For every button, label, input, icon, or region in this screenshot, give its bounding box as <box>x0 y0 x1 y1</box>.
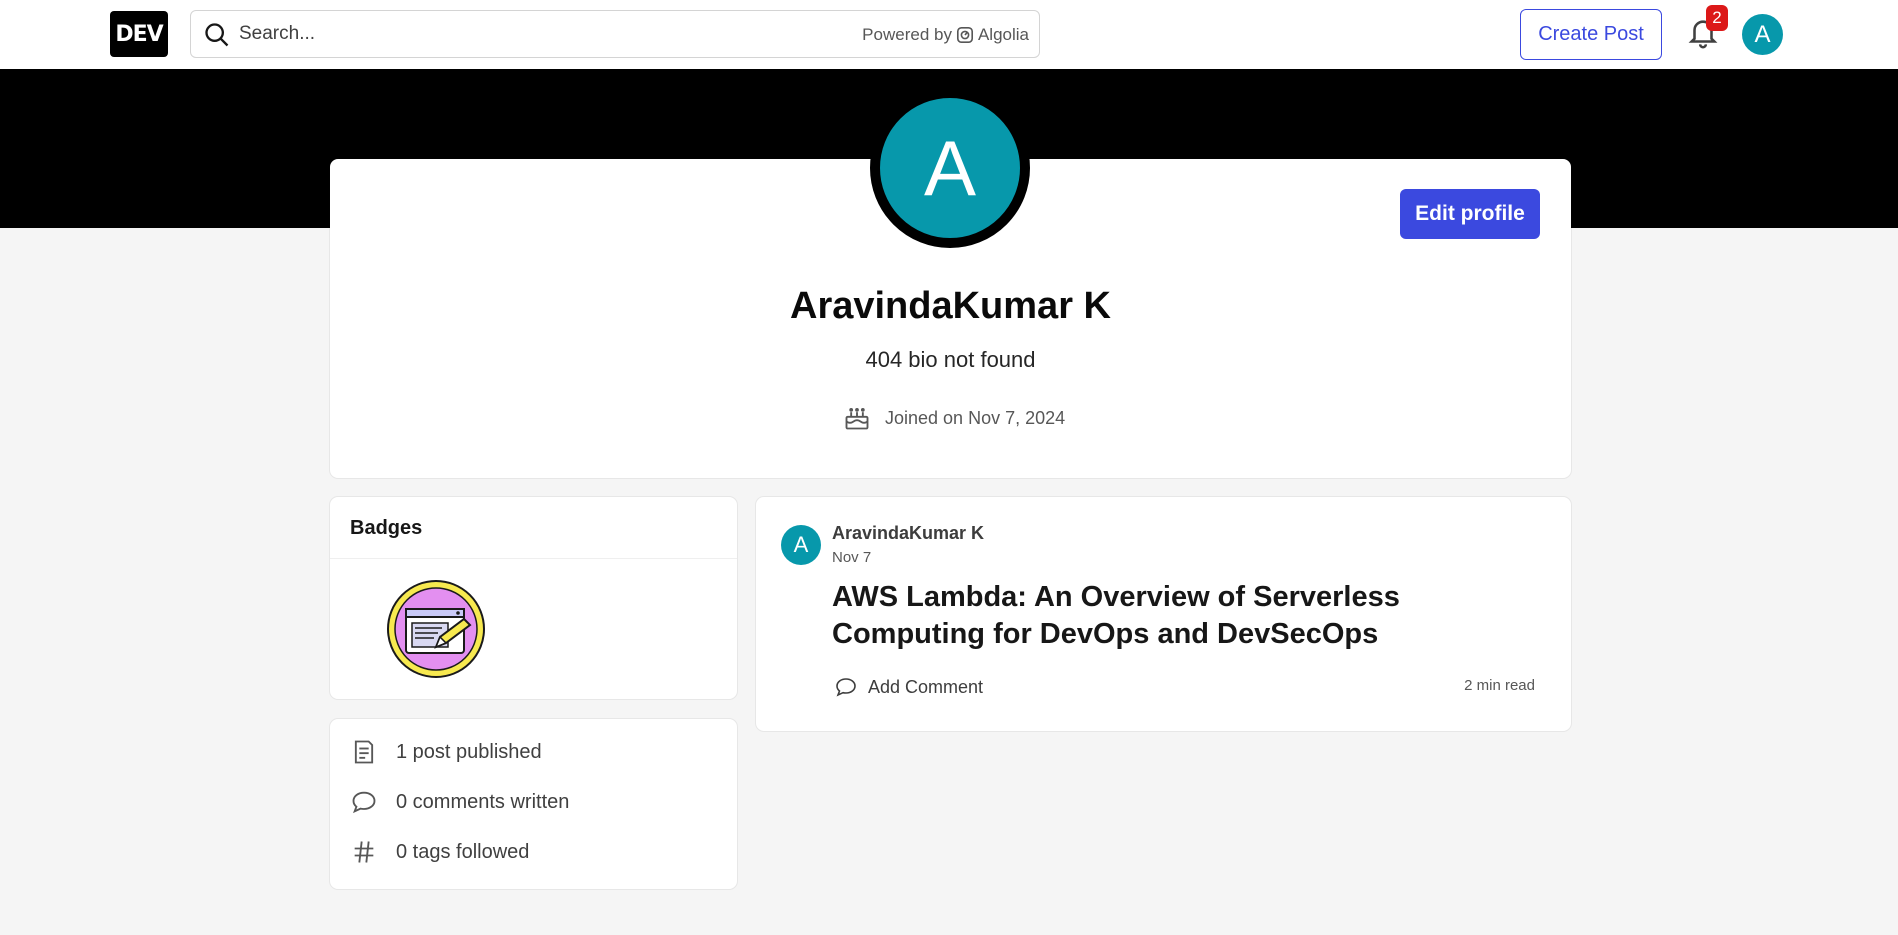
profile-name: AravindaKumar K <box>790 285 1111 327</box>
writing-badge-icon[interactable] <box>386 579 486 679</box>
post-card[interactable]: A AravindaKumar K Nov 7 AWS Lambda: An O… <box>756 497 1571 731</box>
top-navbar: DEV Powered by Algolia Create Post 2 A <box>0 0 1898 69</box>
profile-bio: 404 bio not found <box>865 347 1036 372</box>
stat-text: 0 tags followed <box>396 840 530 863</box>
powered-by-label: Powered by <box>862 25 952 44</box>
post-icon <box>354 740 374 764</box>
post-author-avatar[interactable]: A <box>781 525 821 565</box>
powered-by-algolia[interactable]: Powered by Algolia <box>862 25 1029 45</box>
comment-icon <box>836 678 856 697</box>
edit-profile-button[interactable]: Edit profile <box>1400 189 1540 239</box>
dev-logo[interactable]: DEV <box>110 11 168 57</box>
divider <box>330 558 737 559</box>
hashtag-icon <box>354 841 374 863</box>
joined-text: Joined on Nov 7, 2024 <box>885 407 1066 428</box>
algolia-icon <box>956 26 973 44</box>
stats-card: 1 post published 0 comments written 0 ta… <box>330 719 737 889</box>
search-bar[interactable]: Powered by Algolia <box>190 10 1040 58</box>
badges-card: Badges <box>330 497 737 699</box>
profile-avatar: A <box>870 88 1030 248</box>
notification-count-badge: 2 <box>1706 5 1728 31</box>
read-time: 2 min read <box>1464 677 1535 694</box>
algolia-label: Algolia <box>977 25 1029 44</box>
badges-title: Badges <box>350 517 423 539</box>
search-icon <box>205 23 229 47</box>
comment-icon <box>352 791 376 814</box>
stat-comments: 0 comments written <box>350 788 569 816</box>
post-date[interactable]: Nov 7 <box>832 549 871 566</box>
post-author-name[interactable]: AravindaKumar K <box>832 523 984 544</box>
user-avatar[interactable]: A <box>1742 14 1783 55</box>
post-title[interactable]: AWS Lambda: An Overview of Serverless Co… <box>832 579 1472 653</box>
stat-text: 0 comments written <box>396 790 570 813</box>
search-input[interactable] <box>239 19 739 49</box>
stat-posts: 1 post published <box>350 738 542 766</box>
stat-text: 1 post published <box>396 740 542 763</box>
joined-date: Joined on Nov 7, 2024 <box>843 402 1065 434</box>
add-comment-label: Add Comment <box>868 676 984 697</box>
add-comment-button[interactable]: Add Comment <box>834 675 983 699</box>
create-post-button[interactable]: Create Post <box>1520 9 1662 60</box>
stat-tags: 0 tags followed <box>350 838 529 866</box>
cake-icon <box>845 407 869 430</box>
